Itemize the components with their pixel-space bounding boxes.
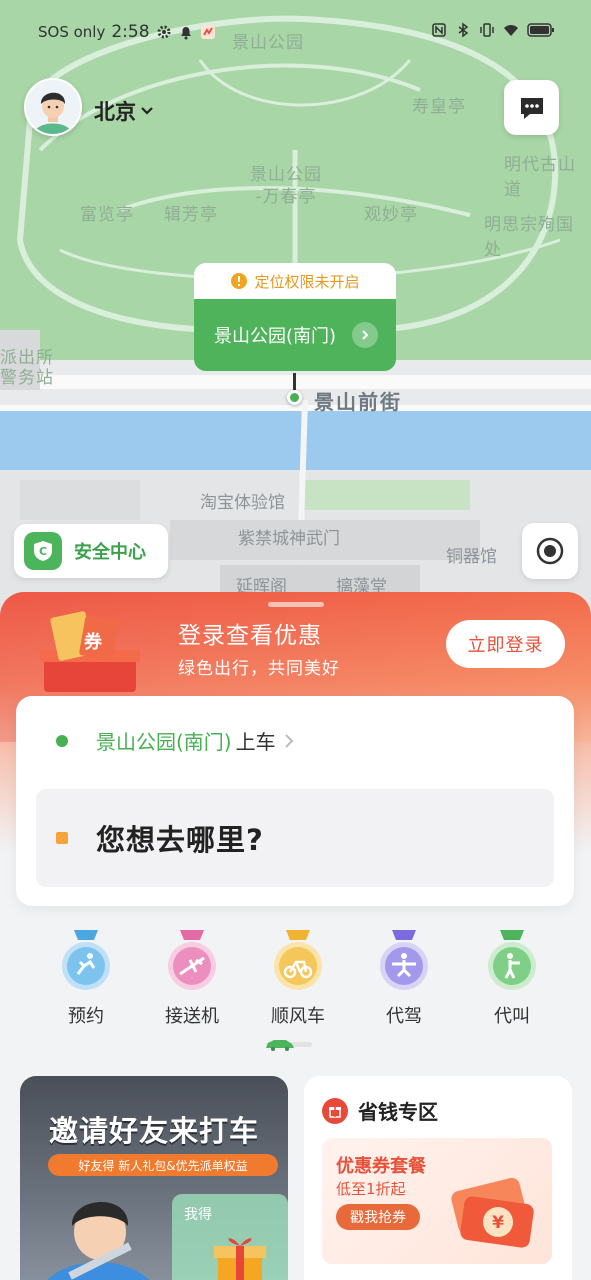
location-pin-icon [287, 390, 302, 405]
status-bar: SOS only 2:58 [0, 0, 591, 64]
pickup-dot-icon [56, 734, 68, 747]
target-icon [536, 537, 564, 565]
pickup-bubble[interactable]: 定位权限未开启 景山公园(南门) [194, 263, 396, 371]
locate-me-button[interactable] [522, 523, 578, 579]
coupon-char: 券 [83, 631, 103, 653]
gift-box: 我得 [172, 1194, 288, 1280]
savings-zone-card[interactable]: 省钱专区 优惠券套餐 低至1折起 戳我抢券 ¥ [304, 1076, 572, 1280]
destination-dot-icon [56, 832, 68, 844]
service-airport[interactable]: 接送机 [142, 930, 242, 1028]
safety-center-label: 安全中心 [74, 542, 146, 563]
pickup-point-button[interactable]: 景山公园(南门) [194, 299, 396, 371]
runner-medal-icon [62, 930, 110, 990]
map-label-guanmiao: 观妙亭 [364, 205, 418, 225]
service-label: 接送机 [165, 1006, 219, 1027]
login-button[interactable]: 立即登录 [446, 620, 565, 668]
location-warning-text: 定位权限未开启 [254, 272, 360, 291]
chevron-right-icon [352, 322, 378, 348]
user-avatar-icon [26, 80, 80, 134]
vibrate-icon [480, 23, 494, 37]
service-label: 顺风车 [271, 1006, 325, 1027]
location-warning[interactable]: 定位权限未开启 [194, 263, 396, 299]
drag-handle[interactable] [268, 602, 324, 607]
activity-icon [200, 25, 215, 39]
carrier-text: SOS only [38, 23, 106, 41]
savings-title: 省钱专区 [358, 1100, 438, 1124]
chevron-right-icon [284, 733, 294, 748]
service-reserve[interactable]: 预约 [36, 930, 136, 1028]
coupon-package-subtitle: 低至1折起 [336, 1180, 406, 1198]
map-label-jifang: 辑芳亭 [164, 205, 218, 225]
map-view[interactable]: 景山公园 寿皇亭 明代古山道 富览亭 辑芳亭 景山公园 -万春亭 观妙亭 明思宗… [0, 0, 591, 640]
airplane-medal-icon [168, 930, 216, 990]
warning-icon [231, 273, 248, 289]
bicycle-medal-icon [274, 930, 322, 990]
service-label: 预约 [68, 1006, 104, 1027]
promo-subtitle: 绿色出行，共同美好 [178, 659, 340, 679]
service-grid: 预约 接送机 顺风车 代驾 代叫 [0, 930, 591, 1030]
map-label-shenwu-gate: 紫禁城神武门 [238, 529, 340, 549]
invite-friends-card[interactable]: 邀请好友来打车 好友得 新人礼包&优先派单权益 我得 [20, 1076, 288, 1280]
promo-title: 登录查看优惠 [178, 623, 322, 649]
map-label-bronze-hall: 铜器馆 [446, 547, 497, 567]
map-label-fulan: 富览亭 [80, 205, 134, 225]
walker-medal-icon [488, 930, 536, 990]
destination-input[interactable]: 您想去哪里? [36, 789, 554, 887]
gift-box-icon [322, 1097, 348, 1124]
coupon-package-title: 优惠券套餐 [336, 1156, 426, 1177]
service-carpool[interactable]: 顺风车 [248, 930, 348, 1028]
service-label: 代叫 [494, 1006, 530, 1027]
savings-header: 省钱专区 [322, 1096, 438, 1125]
service-call-for-others[interactable]: 代叫 [462, 930, 562, 1028]
map-label-wanchun: 景山公园 -万春亭 [250, 165, 322, 207]
safety-center-button[interactable]: C 安全中心 [14, 524, 168, 578]
coupon-package[interactable]: 优惠券套餐 低至1折起 戳我抢券 ¥ [322, 1138, 552, 1264]
map-label-taobao: 淘宝体验馆 [200, 493, 285, 513]
city-selector[interactable]: 北京 [94, 96, 154, 126]
pickup-suffix: 上车 [235, 730, 276, 754]
service-designated-driver[interactable]: 代驾 [354, 930, 454, 1028]
map-label-chongzhen: 明思宗殉国处 [484, 215, 574, 260]
driver-illustration-icon [47, 1201, 149, 1280]
settings-icon [157, 25, 171, 39]
page-indicator [266, 1040, 312, 1051]
coupon-icon: 券 [40, 611, 140, 692]
yen-symbol: ¥ [492, 1213, 504, 1233]
battery-icon [527, 23, 554, 37]
nfc-icon [432, 23, 446, 37]
bottom-panel: 券 登录查看优惠 绿色出行，共同美好 立即登录 景山公园(南门) 上车 您想去哪… [0, 592, 591, 1280]
message-icon [520, 97, 543, 119]
city-name: 北京 [94, 100, 136, 124]
shield-icon: C [24, 532, 62, 570]
skater-medal-icon [380, 930, 428, 990]
destination-placeholder: 您想去哪里? [96, 823, 264, 857]
pickup-row[interactable]: 景山公园(南门) 上车 [56, 726, 294, 755]
gift-icon [214, 1238, 266, 1280]
pickup-point-name: 景山公园(南门) [214, 326, 337, 347]
service-label: 代驾 [386, 1006, 422, 1027]
pickup-place: 景山公园(南门) [96, 730, 232, 754]
trip-card: 景山公园(南门) 上车 您想去哪里? [16, 696, 574, 906]
bell-icon [180, 27, 191, 40]
gift-label: 我得 [184, 1207, 212, 1223]
map-label-shouhuang: 寿皇亭 [412, 97, 466, 117]
bluetooth-icon [458, 22, 469, 38]
map-label-jingshan-front-st: 景山前街 [314, 390, 402, 414]
grab-coupon-button[interactable]: 戳我抢券 [336, 1204, 420, 1230]
coupon-ticket-icon: ¥ [451, 1177, 534, 1248]
map-label-ancient-road: 明代古山道 [504, 155, 576, 200]
svg-text:C: C [39, 545, 47, 558]
chevron-down-icon [141, 107, 153, 115]
avatar[interactable] [24, 78, 82, 136]
clock-text: 2:58 [111, 22, 150, 42]
message-button[interactable] [504, 80, 559, 135]
wifi-icon [504, 25, 518, 36]
invite-subtitle: 好友得 新人礼包&优先派单权益 [48, 1154, 278, 1176]
invite-title: 邀请好友来打车 [48, 1114, 259, 1148]
map-label-police: 派出所 警务站 [0, 348, 54, 388]
